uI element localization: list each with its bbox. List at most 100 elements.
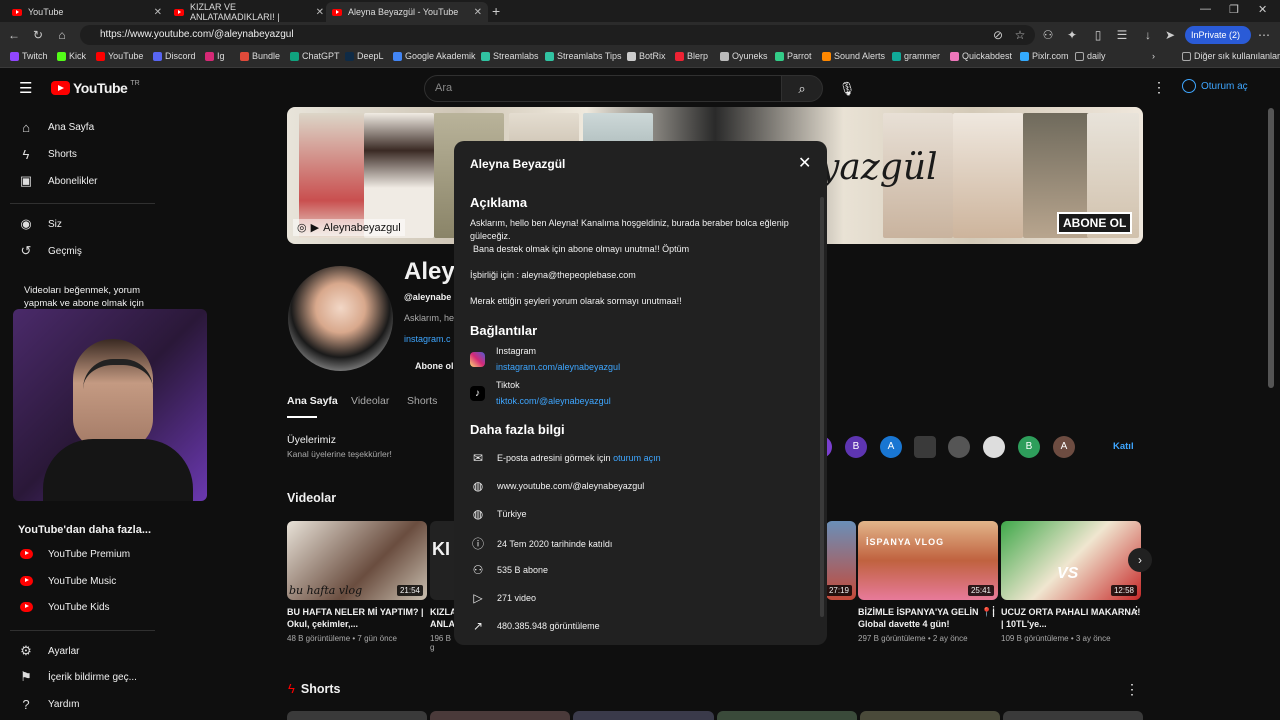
sidebar-item-premium[interactable]: YouTube Premium: [18, 541, 130, 567]
tab-aleyna[interactable]: Aleyna Beyazgül - YouTube ✕: [326, 2, 488, 22]
other-bookmarks[interactable]: Diğer sık kullanılanlar: [1182, 51, 1280, 61]
close-window-icon[interactable]: ✕: [1258, 3, 1267, 16]
sidebar-item-music[interactable]: YouTube Music: [18, 568, 116, 594]
short-thumbnail[interactable]: [859, 711, 1000, 720]
link-tiktok-url[interactable]: tiktok.com/@aleynabeyazgul: [496, 395, 611, 408]
collections-icon[interactable]: ☰: [1114, 27, 1130, 43]
settings-dots-icon[interactable]: ⋮: [1152, 79, 1166, 96]
favorite-star-icon[interactable]: ☆: [1012, 27, 1028, 43]
signin-link[interactable]: oturum açın: [613, 453, 661, 463]
channel-description[interactable]: Asklarım, he: [404, 313, 454, 323]
shorts-heading[interactable]: ϟ Shorts: [288, 681, 340, 696]
close-tab-icon[interactable]: ✕: [474, 7, 482, 18]
inprivate-badge[interactable]: InPrivate (2): [1185, 26, 1251, 44]
restore-icon[interactable]: ❐: [1229, 3, 1239, 16]
share-icon[interactable]: ➤: [1162, 27, 1178, 43]
sidebar-item-shorts[interactable]: ϟ Shorts: [18, 141, 77, 167]
extension-icon[interactable]: ⚇: [1040, 27, 1056, 43]
member-avatar[interactable]: B: [845, 436, 867, 458]
more-options-icon[interactable]: ⋮: [988, 604, 999, 617]
sidebar-item-subscriptions[interactable]: ▣ Abonelikler: [18, 168, 98, 194]
bookmark-oyuneks[interactable]: Oyuneks: [720, 51, 768, 61]
bookmark-grammer[interactable]: grammer: [892, 51, 940, 61]
sidebar-item-history[interactable]: ↺ Geçmiş: [18, 238, 82, 264]
search-button[interactable]: ⌕: [781, 75, 823, 102]
sidebar-item-home[interactable]: ⌂ Ana Sayfa: [18, 114, 94, 140]
video-title[interactable]: BU HAFTA NELER Mİ YAPTIM? | Okul, çekiml…: [287, 606, 427, 630]
bookmarks-overflow-icon[interactable]: ›: [1152, 51, 1155, 61]
bookmark-deepl[interactable]: DeepL: [345, 51, 384, 61]
close-tab-icon[interactable]: ✕: [316, 7, 324, 18]
bookmark-quickabdest[interactable]: Quickabdest: [950, 51, 1012, 61]
video-card[interactable]: İSPANYA VLOG 25:41 BİZİMLE İSPANYA'YA GE…: [858, 521, 999, 643]
video-thumbnail[interactable]: VS 12:58: [1001, 521, 1141, 600]
new-tab-icon[interactable]: +: [492, 3, 500, 19]
search-input[interactable]: Ara: [424, 75, 782, 102]
video-title[interactable]: BİZİMLE İSPANYA'YA GELİN 📍| Global davet…: [858, 606, 998, 630]
bookmark-parrot[interactable]: Parrot: [775, 51, 812, 61]
tab-home[interactable]: Ana Sayfa: [287, 395, 338, 407]
channel-link[interactable]: instagram.c: [404, 334, 451, 344]
videos-heading[interactable]: Videolar: [287, 491, 336, 505]
bookmark-ig[interactable]: Ig: [205, 51, 225, 61]
link-instagram-url[interactable]: instagram.com/aleynabeyazgul: [496, 361, 620, 374]
home-icon[interactable]: ⌂: [54, 27, 70, 43]
voice-search-icon[interactable]: 🎙: [836, 75, 858, 102]
tab-kizlar[interactable]: KIZLAR VE ANLATAMADIKLARI! | ✕: [168, 2, 330, 22]
minimize-icon[interactable]: —: [1200, 3, 1211, 15]
puzzle-icon[interactable]: ✦: [1064, 27, 1080, 43]
bookmark-google-akademik[interactable]: Google Akademik: [393, 51, 476, 61]
url-field[interactable]: https://www.youtube.com/@aleynabeyazgul: [80, 25, 1035, 45]
bookmark-botrix[interactable]: BotRix: [627, 51, 666, 61]
close-tab-icon[interactable]: ✕: [154, 7, 162, 18]
tab-youtube[interactable]: YouTube ✕: [6, 2, 168, 22]
bookmark-pixlr[interactable]: Pixlr.com: [1020, 51, 1069, 61]
short-thumbnail[interactable]: [573, 711, 714, 720]
hamburger-menu-icon[interactable]: ☰: [19, 79, 32, 97]
member-avatar[interactable]: [914, 436, 936, 458]
page-scrollbar[interactable]: [1268, 108, 1274, 388]
sidebar-item-you[interactable]: ◉ Siz: [18, 211, 62, 237]
bookmark-twitch[interactable]: Twitch: [10, 51, 48, 61]
member-avatar[interactable]: A: [1053, 436, 1075, 458]
close-icon[interactable]: ✕: [798, 153, 811, 173]
join-button[interactable]: Katıl: [1113, 441, 1134, 452]
video-title[interactable]: KIZLA ANLA: [430, 606, 454, 630]
download-icon[interactable]: ↓: [1140, 27, 1156, 43]
sidebar-item-help[interactable]: ? Yardım: [18, 691, 79, 717]
sidebar-item-kids[interactable]: YouTube Kids: [18, 594, 110, 620]
more-options-icon[interactable]: ⋮: [1131, 604, 1142, 617]
member-avatar[interactable]: A: [880, 436, 902, 458]
short-thumbnail[interactable]: [287, 711, 428, 720]
bookmark-blerp[interactable]: Blerp: [675, 51, 708, 61]
short-thumbnail[interactable]: [1002, 711, 1144, 720]
youtube-logo[interactable]: YouTube TR: [51, 80, 140, 96]
refresh-icon[interactable]: ↻: [30, 27, 46, 43]
video-card[interactable]: 27:19 ⋮: [826, 521, 856, 600]
bookmark-kick[interactable]: Kick: [57, 51, 86, 61]
video-thumbnail[interactable]: KI: [430, 521, 454, 600]
bookmark-youtube[interactable]: YouTube: [96, 51, 143, 61]
carousel-next-button[interactable]: ›: [1128, 548, 1152, 572]
video-card[interactable]: KI KIZLA ANLA 196 B g: [430, 521, 454, 652]
tab-videos[interactable]: Videolar: [351, 395, 389, 407]
short-thumbnail[interactable]: [716, 711, 857, 720]
dialog-scrollbar[interactable]: [820, 197, 824, 617]
shorts-more-icon[interactable]: ⋮: [1125, 681, 1139, 698]
member-avatar[interactable]: [948, 436, 970, 458]
bookmark-discord[interactable]: Discord: [153, 51, 196, 61]
bookmark-chatgpt[interactable]: ChatGPT: [290, 51, 340, 61]
bookmark-bundle[interactable]: Bundle: [240, 51, 280, 61]
bookmark-sound-alerts[interactable]: Sound Alerts: [822, 51, 885, 61]
tracking-icon[interactable]: ⊘: [990, 27, 1006, 43]
bookmark-streamlabs[interactable]: Streamlabs: [481, 51, 539, 61]
browser-menu-icon[interactable]: ⋯: [1256, 27, 1272, 43]
video-title[interactable]: UCUZ ORTA PAHALI MAKARNA! | 10TL'ye...: [1001, 606, 1141, 630]
video-thumbnail[interactable]: 27:19: [826, 521, 856, 600]
split-screen-icon[interactable]: ▯: [1090, 27, 1106, 43]
video-thumbnail[interactable]: bu hafta vlog 21:54: [287, 521, 427, 600]
tab-shorts[interactable]: Shorts: [407, 395, 437, 407]
sidebar-item-report[interactable]: ⚑ İçerik bildirme geç...: [18, 664, 137, 690]
member-avatar[interactable]: B: [1018, 436, 1040, 458]
video-card[interactable]: VS 12:58 UCUZ ORTA PAHALI MAKARNA! | 10T…: [1001, 521, 1142, 643]
